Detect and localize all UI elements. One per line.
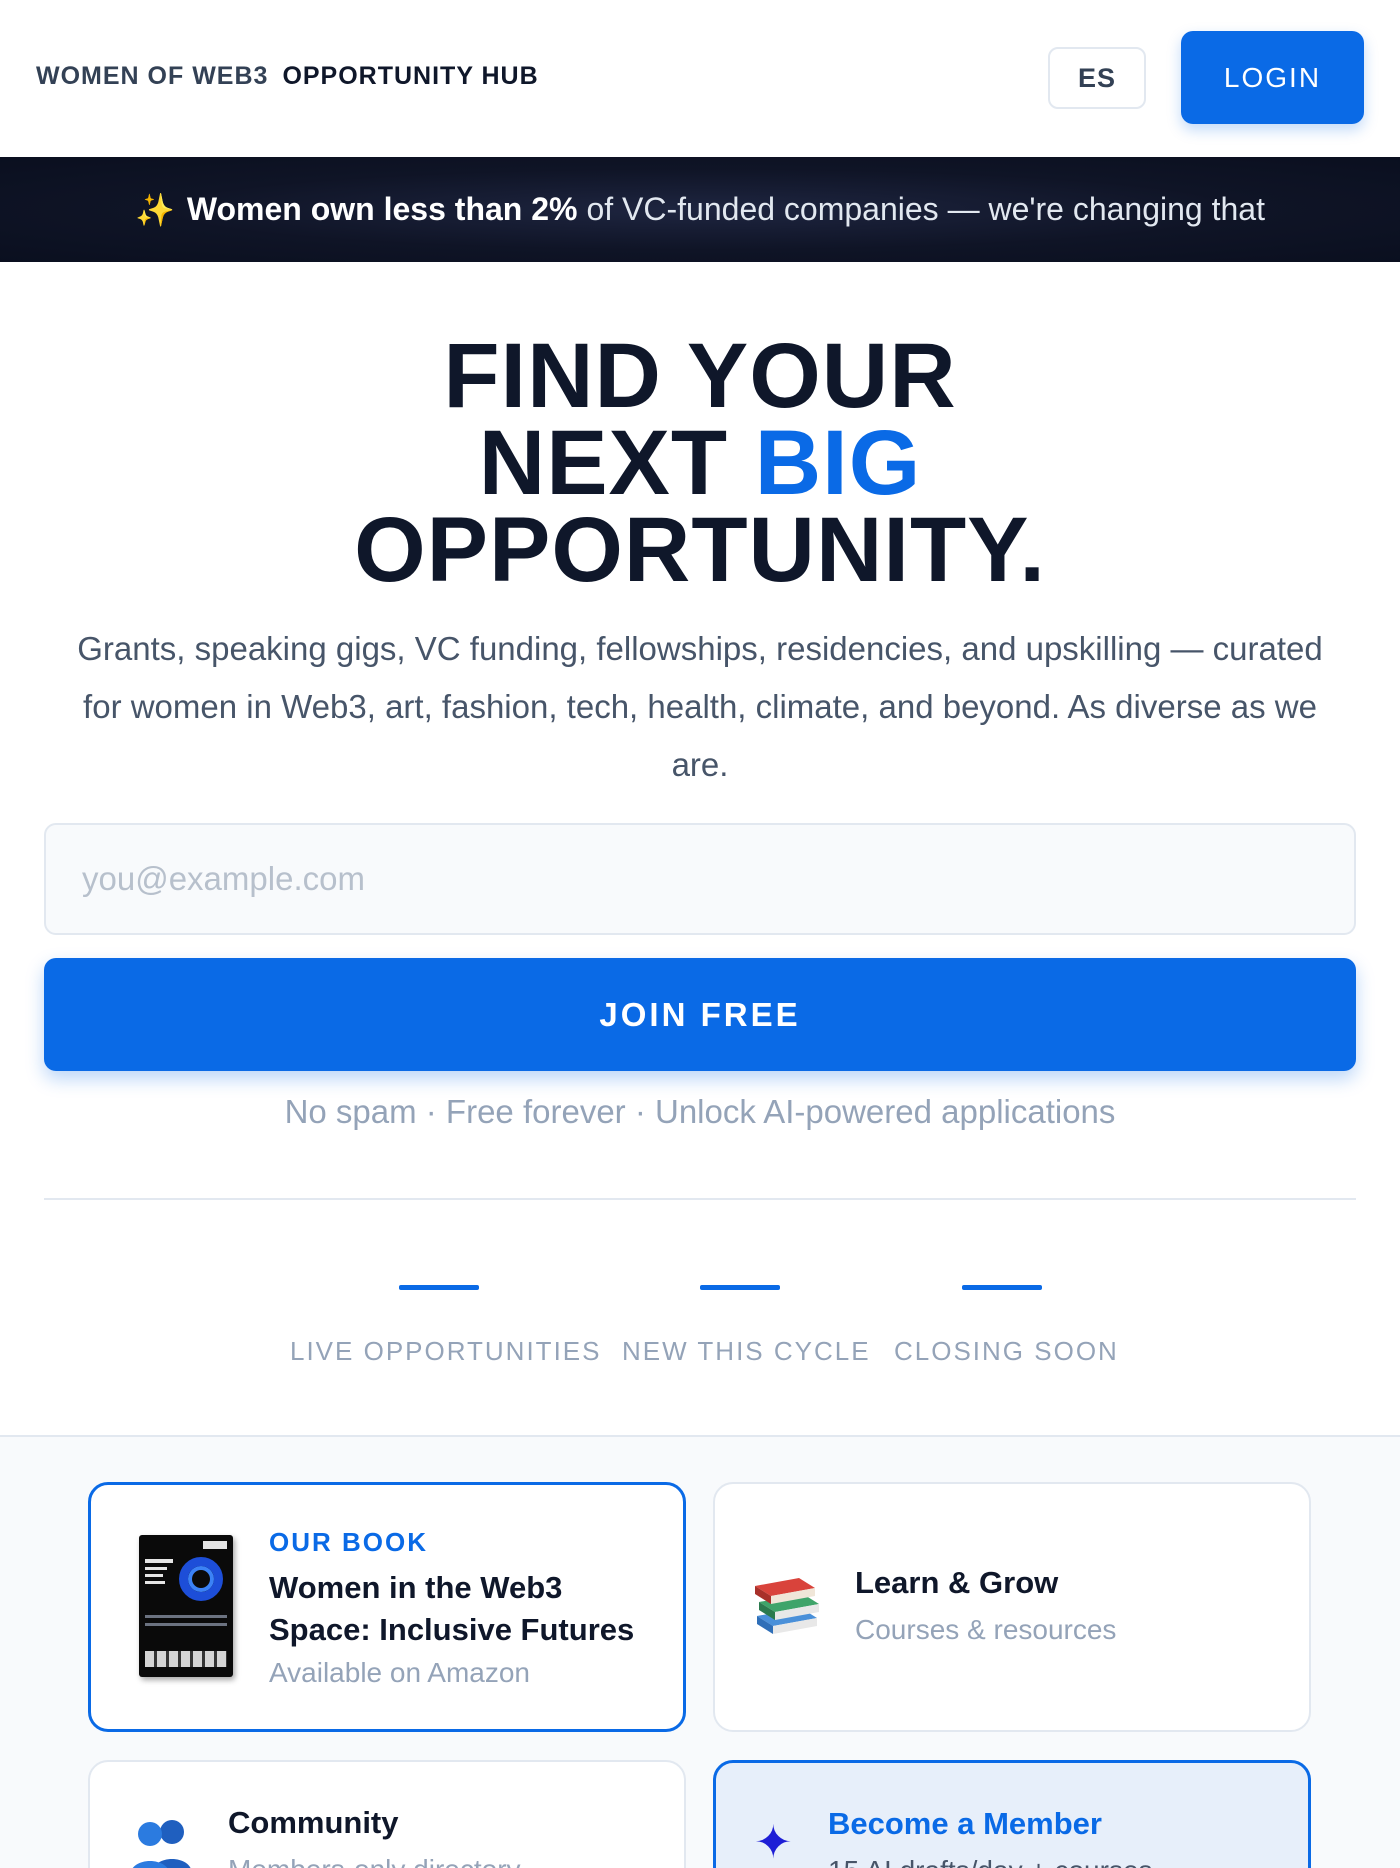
book-cover-image: [139, 1535, 233, 1677]
signup-fine-print: No spam · Free forever · Unlock AI-power…: [284, 1093, 1116, 1130]
hero-title-line-2: NEXT BIG: [0, 417, 1400, 509]
community-card[interactable]: Community Members-only directory: [88, 1760, 686, 1868]
stat-label: LIVE OPPORTUNITIES: [290, 1336, 602, 1366]
learn-subtitle: Courses & resources: [855, 1614, 1117, 1645]
stat-live-opportunities: LIVE OPPORTUNITIES: [290, 1285, 602, 1367]
sparkle-icon: ✦: [754, 1816, 793, 1868]
people-icon: [133, 1820, 191, 1868]
hero-title: FIND YOUR NEXT BIG OPPORTUNITY.: [0, 325, 1400, 601]
section-divider: [44, 1198, 1356, 1200]
community-subtitle: Members-only directory: [228, 1854, 521, 1868]
stat-value-placeholder: [700, 1285, 780, 1290]
join-free-button[interactable]: JOIN FREE: [44, 958, 1356, 1071]
learn-title: Learn & Grow: [855, 1565, 1059, 1600]
books-icon: [755, 1578, 819, 1634]
book-title: Women in the Web3 Space: Inclusive Futur…: [269, 1570, 635, 1647]
book-card[interactable]: OUR BOOK Women in the Web3 Space: Inclus…: [88, 1482, 686, 1732]
brand-primary: WOMEN OF WEB3: [36, 62, 269, 90]
banner-highlight: Women own less than 2%: [186, 191, 578, 227]
sparkles-icon: ✨: [135, 191, 175, 228]
brand-logo[interactable]: WOMEN OF WEB3 OPPORTUNITY HUB: [36, 62, 539, 91]
stat-label: NEW THIS CYCLE: [622, 1336, 871, 1366]
stat-label: CLOSING SOON: [894, 1336, 1119, 1366]
cards-section: OUR BOOK Women in the Web3 Space: Inclus…: [0, 1435, 1400, 1868]
member-title: Become a Member: [828, 1806, 1102, 1841]
stat-value-placeholder: [962, 1285, 1042, 1290]
stat-new-this-cycle: NEW THIS CYCLE: [622, 1285, 871, 1367]
banner-text: of VC-funded companies — we're changing …: [586, 191, 1265, 227]
stat-value-placeholder: [399, 1285, 479, 1290]
become-member-card[interactable]: ✦ Become a Member 15 AI drafts/day + cou…: [713, 1760, 1311, 1868]
site-header: WOMEN OF WEB3 OPPORTUNITY HUB ES LOGIN: [0, 0, 1400, 157]
stat-closing-soon: CLOSING SOON: [894, 1285, 1119, 1367]
language-toggle-button[interactable]: ES: [1048, 47, 1146, 109]
community-title: Community: [228, 1805, 399, 1840]
login-button[interactable]: LOGIN: [1181, 31, 1364, 124]
hero-title-line-3: OPPORTUNITY.: [354, 499, 1046, 601]
learn-grow-card[interactable]: Learn & Grow Courses & resources: [713, 1482, 1311, 1732]
email-input[interactable]: [44, 823, 1356, 935]
book-kicker: OUR BOOK: [269, 1527, 428, 1557]
stat-banner: ✨ Women own less than 2% of VC-funded co…: [0, 157, 1400, 262]
hero-subtitle: Grants, speaking gigs, VC funding, fello…: [77, 630, 1323, 783]
brand-secondary: OPPORTUNITY HUB: [282, 62, 539, 90]
book-availability: Available on Amazon: [269, 1657, 530, 1688]
hero-title-line-1: FIND YOUR: [443, 325, 957, 427]
member-subtitle: 15 AI drafts/day + courses: [828, 1855, 1153, 1868]
